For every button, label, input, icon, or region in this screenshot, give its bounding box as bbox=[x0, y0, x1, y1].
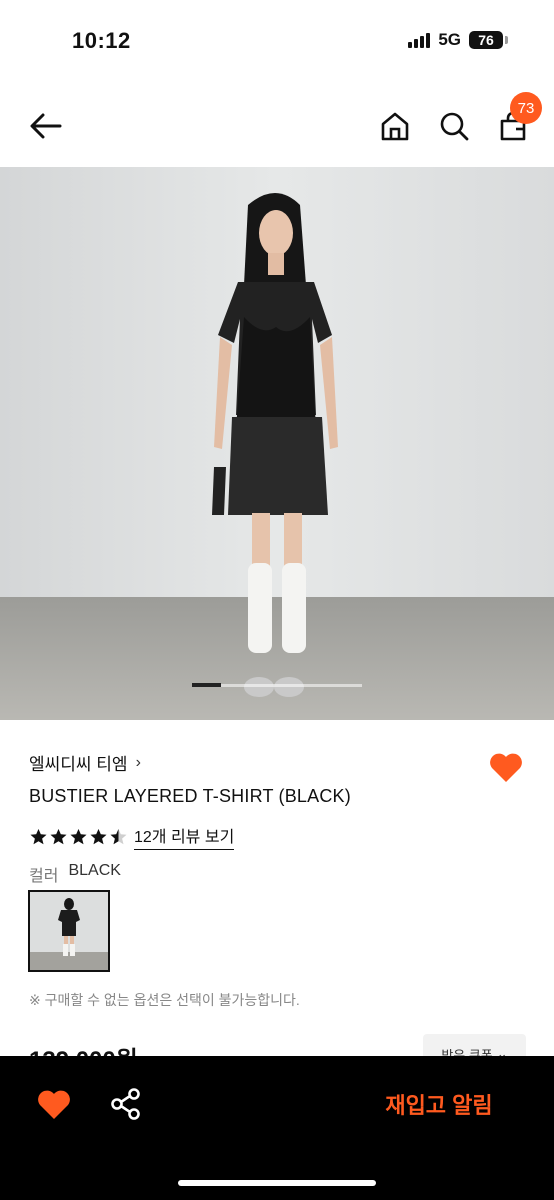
star-icon bbox=[90, 828, 107, 844]
brand-name: 엘씨디씨 티엠 bbox=[29, 755, 128, 774]
search-icon bbox=[440, 112, 469, 141]
restock-alert-button[interactable]: 재입고 알림 bbox=[364, 1084, 514, 1124]
search-button[interactable] bbox=[432, 104, 476, 148]
heart-icon bbox=[490, 753, 522, 782]
network-type: 5G bbox=[438, 30, 461, 49]
status-indicators: 5G 76 bbox=[408, 30, 508, 50]
review-link[interactable]: 12개 리뷰 보기 bbox=[134, 823, 235, 850]
product-detail-screen: 10:12 5G 76 73 엘씨디씨 티엠 › BUSTIER LAYERED… bbox=[0, 0, 554, 1200]
chevron-right-icon: › bbox=[135, 753, 141, 771]
bottom-action-bar: 재입고 알림 bbox=[0, 1056, 554, 1200]
carousel-indicator-active bbox=[192, 683, 221, 687]
arrow-left-icon bbox=[30, 113, 62, 139]
product-name: BUSTIER LAYERED T-SHIRT (BLACK) bbox=[29, 786, 351, 806]
carousel-indicator bbox=[192, 683, 362, 687]
product-image-carousel[interactable] bbox=[0, 167, 554, 720]
top-navigation bbox=[0, 90, 554, 160]
share-icon bbox=[111, 1088, 140, 1120]
star-icon bbox=[50, 828, 67, 844]
color-value: BLACK bbox=[68, 862, 121, 879]
battery-icon: 76 bbox=[469, 31, 508, 49]
home-icon bbox=[381, 112, 409, 141]
star-icon bbox=[110, 828, 127, 844]
back-button[interactable] bbox=[24, 104, 68, 148]
battery-level: 76 bbox=[469, 31, 503, 49]
cart-count-badge: 73 bbox=[510, 92, 542, 124]
rating-row: 12개 리뷰 보기 bbox=[29, 823, 235, 850]
color-option-row: 컬러 BLACK bbox=[29, 862, 121, 886]
color-swatch-thumbnail bbox=[30, 892, 108, 970]
star-icon bbox=[70, 828, 87, 844]
color-swatch-black[interactable] bbox=[28, 890, 110, 972]
color-label: 컬러 bbox=[29, 868, 59, 885]
option-notice: ※ 구매할 수 없는 옵션은 선택이 불가능합니다. bbox=[29, 992, 300, 1008]
status-time: 10:12 bbox=[72, 28, 131, 53]
signal-icon bbox=[408, 32, 431, 48]
heart-icon bbox=[38, 1090, 70, 1119]
brand-link[interactable]: 엘씨디씨 티엠 › bbox=[29, 750, 141, 775]
star-rating bbox=[29, 828, 128, 846]
status-bar: 10:12 5G 76 bbox=[0, 0, 554, 80]
product-photo bbox=[0, 167, 554, 720]
wishlist-button[interactable] bbox=[488, 750, 524, 784]
share-button[interactable] bbox=[108, 1086, 144, 1122]
home-indicator bbox=[178, 1180, 376, 1186]
star-icon bbox=[30, 828, 47, 844]
bottom-wishlist-button[interactable] bbox=[36, 1084, 72, 1124]
home-button[interactable] bbox=[373, 104, 417, 148]
